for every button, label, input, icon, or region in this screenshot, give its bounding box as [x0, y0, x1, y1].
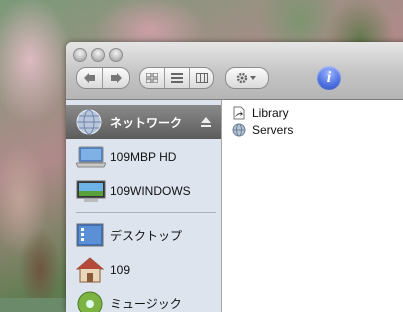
file-item-servers[interactable]: Servers: [232, 122, 293, 138]
forward-button[interactable]: [103, 68, 128, 88]
file-name: Servers: [252, 123, 294, 137]
minimize-button[interactable]: [91, 48, 105, 62]
sidebar: ネットワーク 109MBP HD 109WINDOWS デスクトップ 109 ミ…: [66, 100, 222, 312]
list-view-icon: [171, 73, 183, 83]
back-forward-control: [76, 67, 130, 89]
music-icon: [76, 290, 104, 312]
icon-view-icon: [146, 73, 158, 83]
sidebar-item-network[interactable]: ネットワーク: [66, 105, 221, 139]
laptop-icon: [75, 144, 107, 170]
sidebar-item-label: ネットワーク: [110, 115, 183, 130]
sidebar-item-music[interactable]: ミュージック: [66, 286, 221, 312]
zoom-button[interactable]: [109, 48, 123, 62]
toolbar: i: [66, 42, 403, 100]
sidebar-item-desktop[interactable]: デスクトップ: [66, 218, 221, 252]
sidebar-item-label: ミュージック: [110, 296, 182, 311]
file-list: Library Servers: [222, 100, 403, 312]
sidebar-divider: [76, 212, 216, 213]
file-item-library[interactable]: Library: [232, 105, 289, 121]
forward-arrow-icon: [110, 73, 122, 83]
column-view-icon: [195, 73, 208, 83]
back-button[interactable]: [77, 68, 102, 88]
action-menu-button[interactable]: [225, 67, 269, 89]
get-info-button[interactable]: i: [317, 66, 341, 90]
sidebar-item-home[interactable]: 109: [66, 253, 221, 287]
file-name: Library: [252, 106, 289, 120]
finder-window: i ネットワーク 109MBP HD 109WINDOWS デスクトップ 109…: [66, 42, 403, 312]
icon-view-button[interactable]: [140, 68, 164, 88]
network-globe-icon: [76, 109, 104, 135]
sidebar-item-109mbp-hd[interactable]: 109MBP HD: [66, 140, 221, 174]
back-arrow-icon: [83, 73, 95, 83]
sidebar-item-label: 109: [110, 263, 131, 277]
sidebar-item-109windows[interactable]: 109WINDOWS: [66, 174, 221, 208]
close-button[interactable]: [73, 48, 87, 62]
windows-pc-icon: [76, 178, 106, 204]
eject-icon[interactable]: [201, 117, 211, 127]
sidebar-item-label: 109WINDOWS: [110, 184, 191, 198]
sidebar-item-label: 109MBP HD: [110, 150, 177, 164]
view-mode-control: [139, 67, 214, 89]
column-view-button[interactable]: [190, 68, 213, 88]
gear-icon: [236, 72, 256, 84]
list-view-button[interactable]: [165, 68, 189, 88]
server-icon: [232, 123, 246, 137]
desktop-icon: [76, 222, 104, 248]
alias-folder-icon: [232, 106, 246, 120]
sidebar-item-label: デスクトップ: [110, 228, 183, 243]
home-icon: [75, 257, 105, 283]
